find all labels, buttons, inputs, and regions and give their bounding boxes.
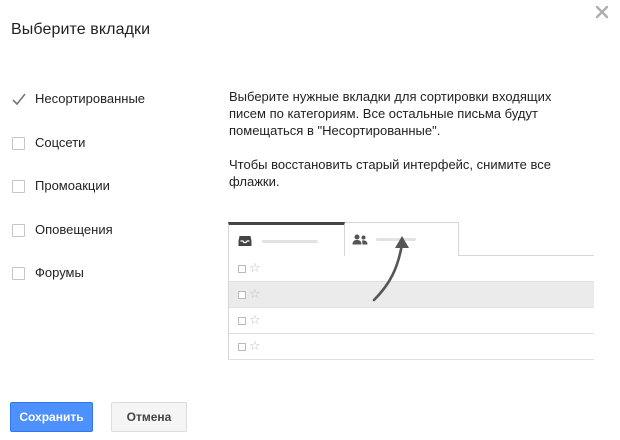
category-updates[interactable]: Оповещения — [12, 219, 202, 241]
star-icon: ☆ — [249, 260, 261, 275]
cancel-button[interactable]: Отмена — [111, 402, 187, 432]
save-button[interactable]: Сохранить — [10, 402, 93, 432]
category-promotions[interactable]: Промоакции — [12, 175, 202, 197]
row-checkbox — [238, 265, 246, 273]
category-checkbox-updates[interactable] — [12, 224, 25, 237]
preview-row: ☆ — [229, 308, 594, 334]
category-label-primary: Несортированные — [35, 91, 146, 106]
category-label-updates: Оповещения — [35, 222, 113, 237]
star-icon: ☆ — [249, 338, 261, 353]
category-label-forums: Форумы — [35, 265, 84, 280]
description-text: Выберите нужные вкладки для сортировки в… — [229, 89, 552, 138]
restore-hint-text: Чтобы восстановить старый интерфейс, сни… — [229, 157, 551, 189]
close-icon — [595, 5, 609, 19]
category-forums[interactable]: Форумы — [12, 262, 202, 284]
close-button[interactable] — [592, 2, 612, 22]
category-checkbox-promotions[interactable] — [12, 180, 25, 193]
tab-placeholder-line — [262, 240, 318, 243]
dialog-title: Выберите вкладки — [11, 21, 151, 38]
category-social[interactable]: Соцсети — [12, 132, 202, 154]
select-tabs-dialog: Выберите вкладки Несортированные Соцсети… — [0, 0, 620, 440]
curved-arrow-icon — [372, 236, 409, 302]
preview-row: ☆ — [229, 334, 594, 360]
preview-tab-primary — [228, 222, 345, 257]
checkmark-icon — [12, 93, 26, 106]
category-checkbox-forums[interactable] — [12, 267, 25, 280]
star-icon: ☆ — [249, 312, 261, 327]
row-checkbox — [238, 343, 246, 351]
row-checkbox — [238, 291, 246, 299]
description: Выберите нужные вкладки для сортировки в… — [229, 88, 589, 190]
star-icon: ☆ — [249, 286, 261, 301]
category-label-social: Соцсети — [35, 135, 86, 150]
category-checkbox-social[interactable] — [12, 137, 25, 150]
category-primary[interactable]: Несортированные — [12, 88, 202, 110]
inbox-icon — [238, 236, 252, 246]
row-checkbox — [238, 317, 246, 325]
category-label-promotions: Промоакции — [35, 178, 110, 193]
category-checkbox-primary[interactable] — [12, 93, 26, 106]
